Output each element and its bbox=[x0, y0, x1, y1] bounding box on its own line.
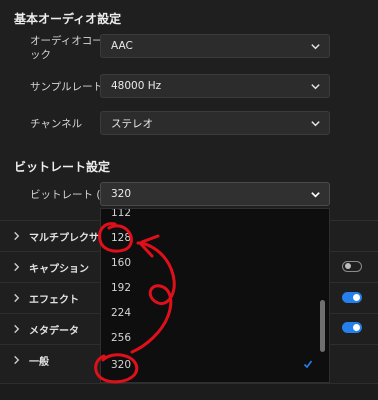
bitrate-option[interactable]: 128 bbox=[111, 232, 131, 244]
toggle-knob bbox=[353, 324, 360, 331]
bitrate-option[interactable]: 256 bbox=[111, 332, 131, 344]
bitrate-title: ビットレート設定 bbox=[14, 160, 111, 174]
metadata-toggle[interactable] bbox=[342, 322, 362, 333]
sample-rate-value: 48000 Hz bbox=[111, 80, 162, 92]
channel-label: チャンネル bbox=[30, 118, 83, 130]
bitrate-option[interactable]: 160 bbox=[111, 257, 131, 269]
chevron-right-icon bbox=[14, 324, 20, 334]
bitrate-dropdown-list[interactable]: 112 128 160 192 224 256 320 bbox=[100, 208, 330, 383]
bitrate-option-selected[interactable]: 320 bbox=[111, 359, 131, 371]
sample-rate-label: サンプルレート bbox=[30, 81, 104, 93]
section-label: メタデータ bbox=[29, 325, 79, 337]
bitrate-select[interactable]: 320 bbox=[100, 182, 330, 206]
chevron-down-icon bbox=[311, 84, 320, 90]
chevron-down-icon bbox=[311, 121, 320, 127]
chevron-right-icon bbox=[14, 231, 20, 241]
channel-value: ステレオ bbox=[111, 117, 153, 130]
toggle-knob bbox=[353, 294, 360, 301]
section-label: キャプション bbox=[29, 263, 89, 275]
codec-select[interactable]: AAC bbox=[100, 34, 330, 58]
chevron-right-icon bbox=[14, 293, 20, 303]
section-label: 一般 bbox=[29, 356, 49, 368]
bitrate-option[interactable]: 112 bbox=[111, 209, 131, 219]
sample-rate-select[interactable]: 48000 Hz bbox=[100, 74, 330, 98]
bitrate-value: 320 bbox=[111, 188, 132, 200]
dropdown-scrollbar[interactable] bbox=[320, 300, 325, 352]
effects-toggle[interactable] bbox=[342, 292, 362, 303]
chevron-down-icon bbox=[311, 44, 320, 50]
channel-select[interactable]: ステレオ bbox=[100, 111, 330, 135]
bottom-bar bbox=[0, 383, 378, 400]
checkmark-icon bbox=[303, 360, 313, 369]
section-label: エフェクト bbox=[29, 294, 79, 306]
section-label: マルチプレクサー bbox=[29, 232, 109, 244]
toggle-knob bbox=[344, 263, 351, 269]
chevron-down-icon bbox=[311, 192, 320, 198]
bitrate-option[interactable]: 224 bbox=[111, 307, 131, 319]
bitrate-option[interactable]: 192 bbox=[111, 282, 131, 294]
captions-toggle[interactable] bbox=[342, 261, 362, 272]
chevron-right-icon bbox=[14, 355, 20, 365]
chevron-right-icon bbox=[14, 262, 20, 272]
basic-audio-title: 基本オーディオ設定 bbox=[14, 12, 122, 26]
codec-value: AAC bbox=[111, 40, 133, 52]
